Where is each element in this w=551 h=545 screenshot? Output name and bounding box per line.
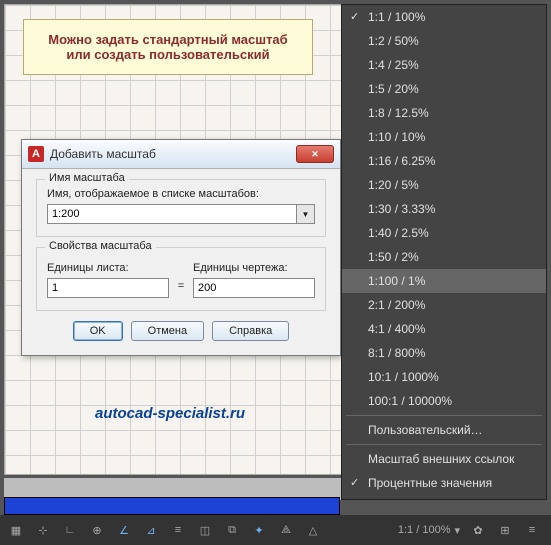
menu-item[interactable]: 1:20 / 5% [342,173,546,197]
lineweight-icon[interactable]: ≡ [166,518,190,542]
scale-value: 1:1 / 100% [398,524,451,536]
menu-item[interactable]: 100:1 / 10000% [342,389,546,413]
grid-icon[interactable]: ▦ [4,518,28,542]
menu-separator [346,444,542,445]
constraint-icon[interactable]: △ [301,518,325,542]
props-group: Свойства масштаба Единицы листа: = Едини… [36,247,326,311]
tree-icon[interactable]: ⊞ [493,518,517,542]
dialog-title: Добавить масштаб [50,147,296,161]
menu-item[interactable]: 2:1 / 200% [342,293,546,317]
menu-item[interactable]: 1:8 / 12.5% [342,101,546,125]
menu-item[interactable]: Масштаб внешних ссылок [342,447,546,471]
menu-item[interactable]: 1:50 / 2% [342,245,546,269]
scale-name-dropdown[interactable]: ▼ [297,204,315,224]
menu-item[interactable]: 1:16 / 6.25% [342,149,546,173]
menu-icon[interactable]: ≡ [520,518,544,542]
menu-item[interactable]: 1:5 / 20% [342,77,546,101]
polar-icon[interactable]: ⊕ [85,518,109,542]
name-field-label: Имя, отображаемое в списке масштабов: [47,188,315,200]
transparency-icon[interactable]: ◫ [193,518,217,542]
gizmo-icon[interactable]: ⟁ [274,518,298,542]
blue-strip [4,497,340,515]
menu-item[interactable]: Процентные значения [342,471,546,495]
scale-context-menu: 1:1 / 100%1:2 / 50%1:4 / 25%1:5 / 20%1:8… [341,4,547,500]
menu-item[interactable]: 1:30 / 3.33% [342,197,546,221]
dialog-titlebar[interactable]: A Добавить масштаб ✕ [22,140,340,169]
menu-item[interactable]: 1:1 / 100% [342,5,546,29]
otrack-icon[interactable]: ⊿ [139,518,163,542]
osnap-icon[interactable]: ∠ [112,518,136,542]
watermark-credit: autocad-specialist.ru [95,405,245,422]
menu-item[interactable]: 1:4 / 25% [342,53,546,77]
menu-item[interactable]: 1:100 / 1% [342,269,546,293]
drawing-units-input[interactable] [193,278,315,298]
ok-button[interactable]: OK [73,321,123,341]
menu-separator [346,415,542,416]
equals-label: = [175,280,187,298]
callout-text: Можно задать стандартный масштаб или соз… [48,32,287,62]
paper-units-label: Единицы листа: [47,262,169,274]
ortho-icon[interactable]: ∟ [58,518,82,542]
close-button[interactable]: ✕ [296,145,334,163]
name-group-label: Имя масштаба [45,172,129,184]
status-bar: ▦ ⊹ ∟ ⊕ ∠ ⊿ ≡ ◫ ⧉ ✦ ⟁ △ 1:1 / 100% ▾ ✿ ⊞… [0,515,551,545]
menu-item[interactable]: 8:1 / 800% [342,341,546,365]
props-group-label: Свойства масштаба [45,240,156,252]
menu-item[interactable]: 1:40 / 2.5% [342,221,546,245]
callout-box: Можно задать стандартный масштаб или соз… [23,19,313,75]
scale-name-input[interactable] [47,204,297,224]
drawing-units-label: Единицы чертежа: [193,262,315,274]
name-group: Имя масштаба Имя, отображаемое в списке … [36,179,326,237]
menu-item[interactable]: 1:10 / 10% [342,125,546,149]
add-scale-dialog: A Добавить масштаб ✕ Имя масштаба Имя, о… [21,139,341,356]
menu-item[interactable]: 4:1 / 400% [342,317,546,341]
help-button[interactable]: Справка [212,321,289,341]
menu-item[interactable]: Пользовательский… [342,418,546,442]
gear-icon[interactable]: ✿ [466,518,490,542]
chevron-down-icon: ▾ [454,524,460,537]
snap-icon[interactable]: ⊹ [31,518,55,542]
menu-item[interactable]: 1:2 / 50% [342,29,546,53]
dyn-input-icon[interactable]: ✦ [247,518,271,542]
menu-item[interactable]: 10:1 / 1000% [342,365,546,389]
app-icon: A [28,146,44,162]
cancel-button[interactable]: Отмена [131,321,204,341]
scale-display[interactable]: 1:1 / 100% ▾ [392,524,466,537]
cycle-icon[interactable]: ⧉ [220,518,244,542]
paper-units-input[interactable] [47,278,169,298]
